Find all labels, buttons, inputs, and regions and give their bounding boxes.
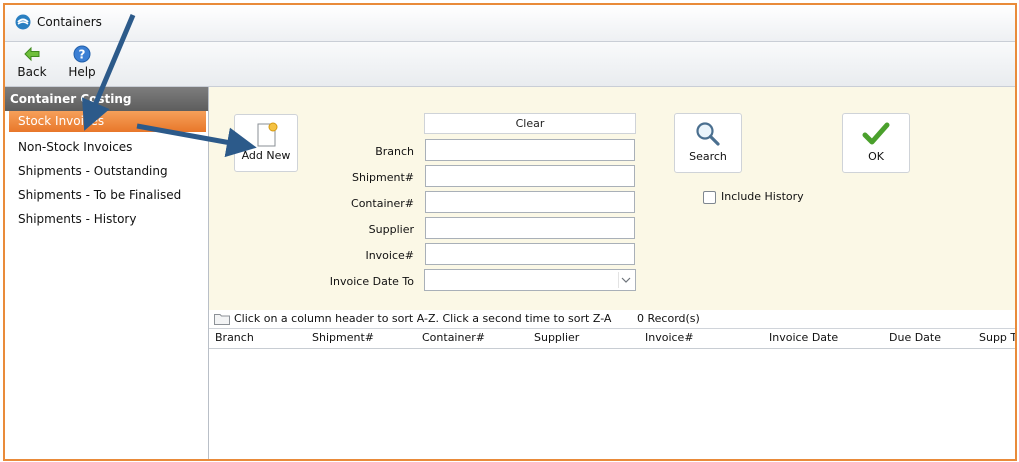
record-count: 0 Record(s) (637, 312, 700, 325)
column-header-supp-t[interactable]: Supp T (979, 331, 1015, 344)
column-header-shipment[interactable]: Shipment# (312, 331, 374, 344)
supplier-input[interactable] (425, 217, 635, 239)
search-label: Search (689, 150, 727, 163)
column-header-supplier[interactable]: Supplier (534, 331, 579, 344)
sidebar: Container Costing Stock Invoices Non-Sto… (5, 87, 209, 459)
containers-app-icon (15, 14, 31, 30)
back-label: Back (17, 65, 47, 79)
sort-hint-row: Click on a column header to sort A-Z. Cl… (209, 310, 1015, 329)
sidebar-item-stock-invoices[interactable]: Stock Invoices (9, 111, 206, 132)
window-title: Containers (37, 15, 102, 29)
back-button[interactable]: Back (17, 45, 47, 83)
column-header-invoice[interactable]: Invoice# (645, 331, 694, 344)
checkmark-icon (862, 122, 890, 145)
chevron-down-icon[interactable] (618, 272, 633, 288)
include-history-checkbox[interactable] (703, 191, 716, 204)
column-header-container[interactable]: Container# (422, 331, 485, 344)
results-grid-header: Branch Shipment# Container# Supplier Inv… (209, 329, 1015, 349)
help-label: Help (68, 65, 96, 79)
svg-text:?: ? (79, 48, 86, 62)
ok-label: OK (868, 150, 884, 163)
add-new-button[interactable]: Add New (234, 114, 298, 172)
invoice-date-to-select[interactable] (424, 269, 636, 291)
application-window: Containers Back ? Help Container Costing… (3, 3, 1017, 461)
folder-icon (214, 314, 230, 325)
column-header-invoice-date[interactable]: Invoice Date (769, 331, 838, 344)
column-header-due-date[interactable]: Due Date (889, 331, 941, 344)
invoice-input[interactable] (425, 243, 635, 265)
help-icon: ? (73, 45, 91, 63)
results-grid-body[interactable] (209, 349, 1015, 459)
supplier-label: Supplier (368, 223, 414, 236)
sidebar-header: Container Costing (5, 87, 208, 111)
invoice-date-to-label: Invoice Date To (329, 275, 414, 288)
ok-button[interactable]: OK (842, 113, 910, 173)
help-button[interactable]: ? Help (65, 45, 99, 83)
title-bar: Containers (5, 5, 1015, 42)
back-arrow-icon (24, 46, 40, 62)
search-button[interactable]: Search (674, 113, 742, 173)
sidebar-item-shipments-outstanding[interactable]: Shipments - Outstanding (5, 159, 208, 183)
invoice-label: Invoice# (365, 249, 414, 262)
toolbar: Back ? Help (5, 42, 1015, 87)
clear-button[interactable]: Clear (424, 113, 636, 134)
column-header-branch[interactable]: Branch (215, 331, 254, 344)
search-form-panel: Add New Clear Branch Shipment# Container… (209, 87, 1015, 310)
sort-hint-text: Click on a column header to sort A-Z. Cl… (234, 312, 612, 325)
sidebar-item-non-stock-invoices[interactable]: Non-Stock Invoices (5, 135, 208, 159)
include-history-label: Include History (721, 190, 804, 203)
container-input[interactable] (425, 191, 635, 213)
shipment-label: Shipment# (352, 171, 414, 184)
shipment-input[interactable] (425, 165, 635, 187)
sidebar-item-shipments-history[interactable]: Shipments - History (5, 207, 208, 231)
sidebar-item-shipments-to-be-finalised[interactable]: Shipments - To be Finalised (5, 183, 208, 207)
magnifier-icon (696, 122, 720, 146)
branch-input[interactable] (425, 139, 635, 161)
container-label: Container# (351, 197, 414, 210)
branch-label: Branch (375, 145, 414, 158)
